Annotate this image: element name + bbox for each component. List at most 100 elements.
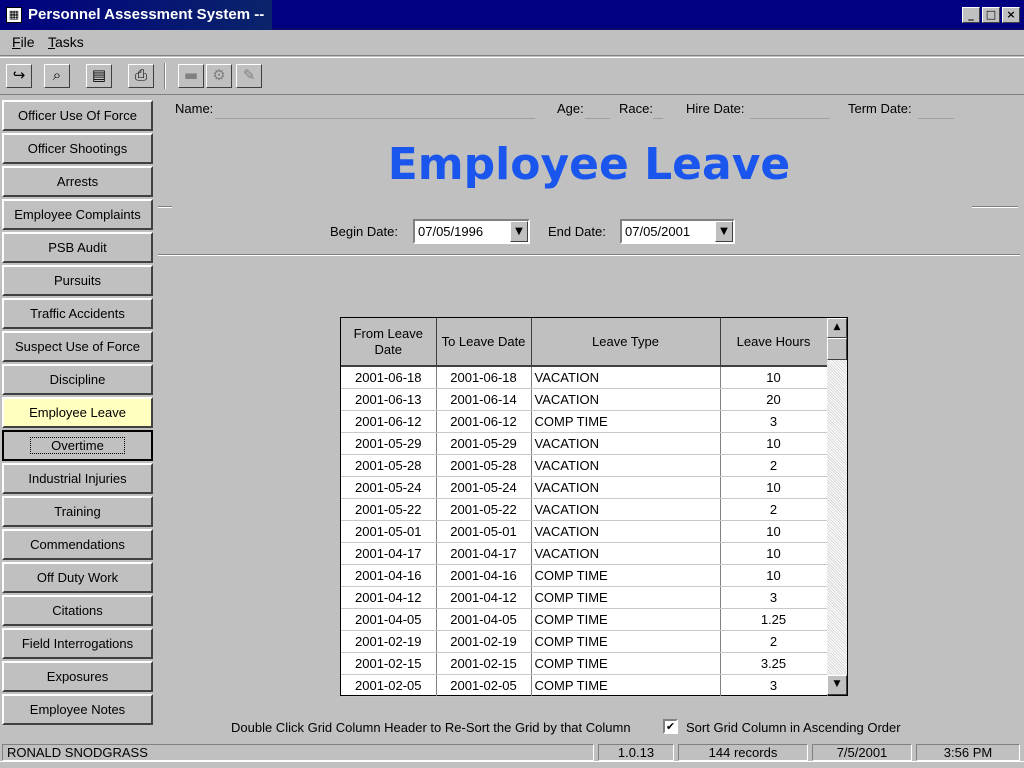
sidebar-item-employee-leave[interactable]: Employee Leave [2,397,153,428]
cell-leave-type: COMP TIME [531,630,721,653]
cell-to-date: 2001-02-19 [436,630,532,653]
sort-ascending-label[interactable]: Sort Grid Column in Ascending Order [686,720,901,735]
table-row[interactable]: 2001-05-28 2001-05-28 VACATION 2 [341,454,828,477]
cell-leave-hours: 10 [720,476,828,499]
menu-tasks-hotkey: T [48,34,55,50]
begin-date-select[interactable]: 07/05/1996 ▼ [413,219,530,244]
sidebar-item-off-duty-work[interactable]: Off Duty Work [2,562,153,593]
race-label: Race: [619,101,653,116]
table-row[interactable]: 2001-05-01 2001-05-01 VACATION 10 [341,520,828,543]
cell-leave-hours: 3 [720,586,828,609]
cell-leave-hours: 3 [720,410,828,433]
sidebar-item-training[interactable]: Training [2,496,153,527]
leave-grid[interactable]: From Leave Date To Leave Date Leave Type… [340,317,848,697]
book-icon[interactable]: ▤ [86,64,112,88]
app-icon[interactable]: ▦ [6,7,22,23]
binoculars-icon[interactable]: ⌕ [44,64,70,88]
cell-from-date: 2001-04-16 [341,564,437,587]
table-row[interactable]: 2001-02-15 2001-02-15 COMP TIME 3.25 [341,652,828,675]
menu-file[interactable]: File [12,34,35,50]
minimize-button[interactable]: _ [962,7,980,23]
column-header-to-date[interactable]: To Leave Date [436,318,532,367]
cell-leave-type: VACATION [531,388,721,411]
hire-date-value-line [750,118,830,119]
cell-leave-type: COMP TIME [531,674,721,697]
sidebar-item-citations[interactable]: Citations [2,595,153,626]
table-row[interactable]: 2001-06-13 2001-06-14 VACATION 20 [341,388,828,411]
table-row[interactable]: 2001-05-29 2001-05-29 VACATION 10 [341,432,828,455]
table-row[interactable]: 2001-05-24 2001-05-24 VACATION 10 [341,476,828,499]
tools-icon[interactable]: ⚙ [206,64,232,88]
toolbar-separator [164,63,166,89]
sidebar-item-overtime[interactable]: Overtime [2,430,153,461]
table-row[interactable]: 2001-06-12 2001-06-12 COMP TIME 3 [341,410,828,433]
cell-leave-type: COMP TIME [531,652,721,675]
sidebar-item-commendations[interactable]: Commendations [2,529,153,560]
sidebar-item-employee-complaints[interactable]: Employee Complaints [2,199,153,230]
window-title: Personnel Assessment System -- [28,6,265,23]
sidebar-item-traffic-accidents[interactable]: Traffic Accidents [2,298,153,329]
sidebar-item-psb-audit[interactable]: PSB Audit [2,232,153,263]
sidebar-item-officer-shootings[interactable]: Officer Shootings [2,133,153,164]
grid-scrollbar[interactable]: ▲ ▼ [827,318,847,695]
end-date-select[interactable]: 07/05/2001 ▼ [620,219,735,244]
cell-leave-type: COMP TIME [531,586,721,609]
sidebar-item-exposures[interactable]: Exposures [2,661,153,692]
scroll-up-icon[interactable]: ▲ [827,318,847,338]
cell-leave-type: COMP TIME [531,410,721,433]
table-row[interactable]: 2001-02-05 2001-02-05 COMP TIME 3 [341,674,828,697]
sort-ascending-checkbox[interactable]: ✔ [663,719,678,734]
cell-from-date: 2001-04-17 [341,542,437,565]
table-row[interactable]: 2001-04-16 2001-04-16 COMP TIME 10 [341,564,828,587]
cell-from-date: 2001-05-24 [341,476,437,499]
sidebar-item-arrests[interactable]: Arrests [2,166,153,197]
cell-leave-hours: 10 [720,564,828,587]
sidebar-item-field-interrogations[interactable]: Field Interrogations [2,628,153,659]
leave-table: From Leave Date To Leave Date Leave Type… [341,318,828,697]
scroll-down-icon[interactable]: ▼ [827,675,847,695]
save-icon[interactable]: ▬ [178,64,204,88]
column-header-leave-type[interactable]: Leave Type [531,318,721,367]
sidebar-item-discipline[interactable]: Discipline [2,364,153,395]
chevron-down-icon[interactable]: ▼ [715,221,733,242]
name-value-line [215,118,535,119]
sidebar-item-industrial-injuries[interactable]: Industrial Injuries [2,463,153,494]
printer-icon[interactable]: ⎙ [128,64,154,88]
menu-tasks[interactable]: Tasks [48,34,84,50]
name-label: Name: [175,101,214,116]
table-row[interactable]: 2001-06-18 2001-06-18 VACATION 10 [341,366,828,389]
header-divider-left [158,206,172,208]
cell-to-date: 2001-05-28 [436,454,532,477]
scroll-thumb[interactable] [827,338,847,360]
table-row[interactable]: 2001-04-05 2001-04-05 COMP TIME 1.25 [341,608,828,631]
chevron-down-icon[interactable]: ▼ [510,221,528,242]
maximize-button[interactable]: □ [982,7,1000,23]
cell-from-date: 2001-05-22 [341,498,437,521]
cell-from-date: 2001-04-12 [341,586,437,609]
sidebar-item-employee-notes[interactable]: Employee Notes [2,694,153,725]
table-row[interactable]: 2001-02-19 2001-02-19 COMP TIME 2 [341,630,828,653]
close-button[interactable]: × [1002,7,1020,23]
pencil-icon[interactable]: ✎ [236,64,262,88]
filter-divider [158,254,1020,256]
title-bar[interactable]: ▦ Personnel Assessment System -- _ □ × [0,0,1024,30]
exit-door-icon[interactable]: ↪ [6,64,32,88]
table-row[interactable]: 2001-05-22 2001-05-22 VACATION 2 [341,498,828,521]
sidebar-item-suspect-use-of-force[interactable]: Suspect Use of Force [2,331,153,362]
window-controls: _ □ × [962,7,1020,23]
cell-leave-type: VACATION [531,432,721,455]
sidebar-item-officer-use-of-force[interactable]: Officer Use Of Force [2,100,153,131]
column-header-from-date[interactable]: From Leave Date [341,318,437,367]
cell-leave-hours: 10 [720,520,828,543]
sidebar-item-pursuits[interactable]: Pursuits [2,265,153,296]
cell-leave-type: VACATION [531,366,721,389]
cell-to-date: 2001-04-12 [436,586,532,609]
cell-leave-type: VACATION [531,454,721,477]
age-label: Age: [557,101,584,116]
cell-leave-hours: 2 [720,630,828,653]
table-row[interactable]: 2001-04-17 2001-04-17 VACATION 10 [341,542,828,565]
table-row[interactable]: 2001-04-12 2001-04-12 COMP TIME 3 [341,586,828,609]
column-header-leave-hours[interactable]: Leave Hours [720,318,828,367]
status-records: 144 records [678,744,808,761]
hire-date-label: Hire Date: [686,101,745,116]
